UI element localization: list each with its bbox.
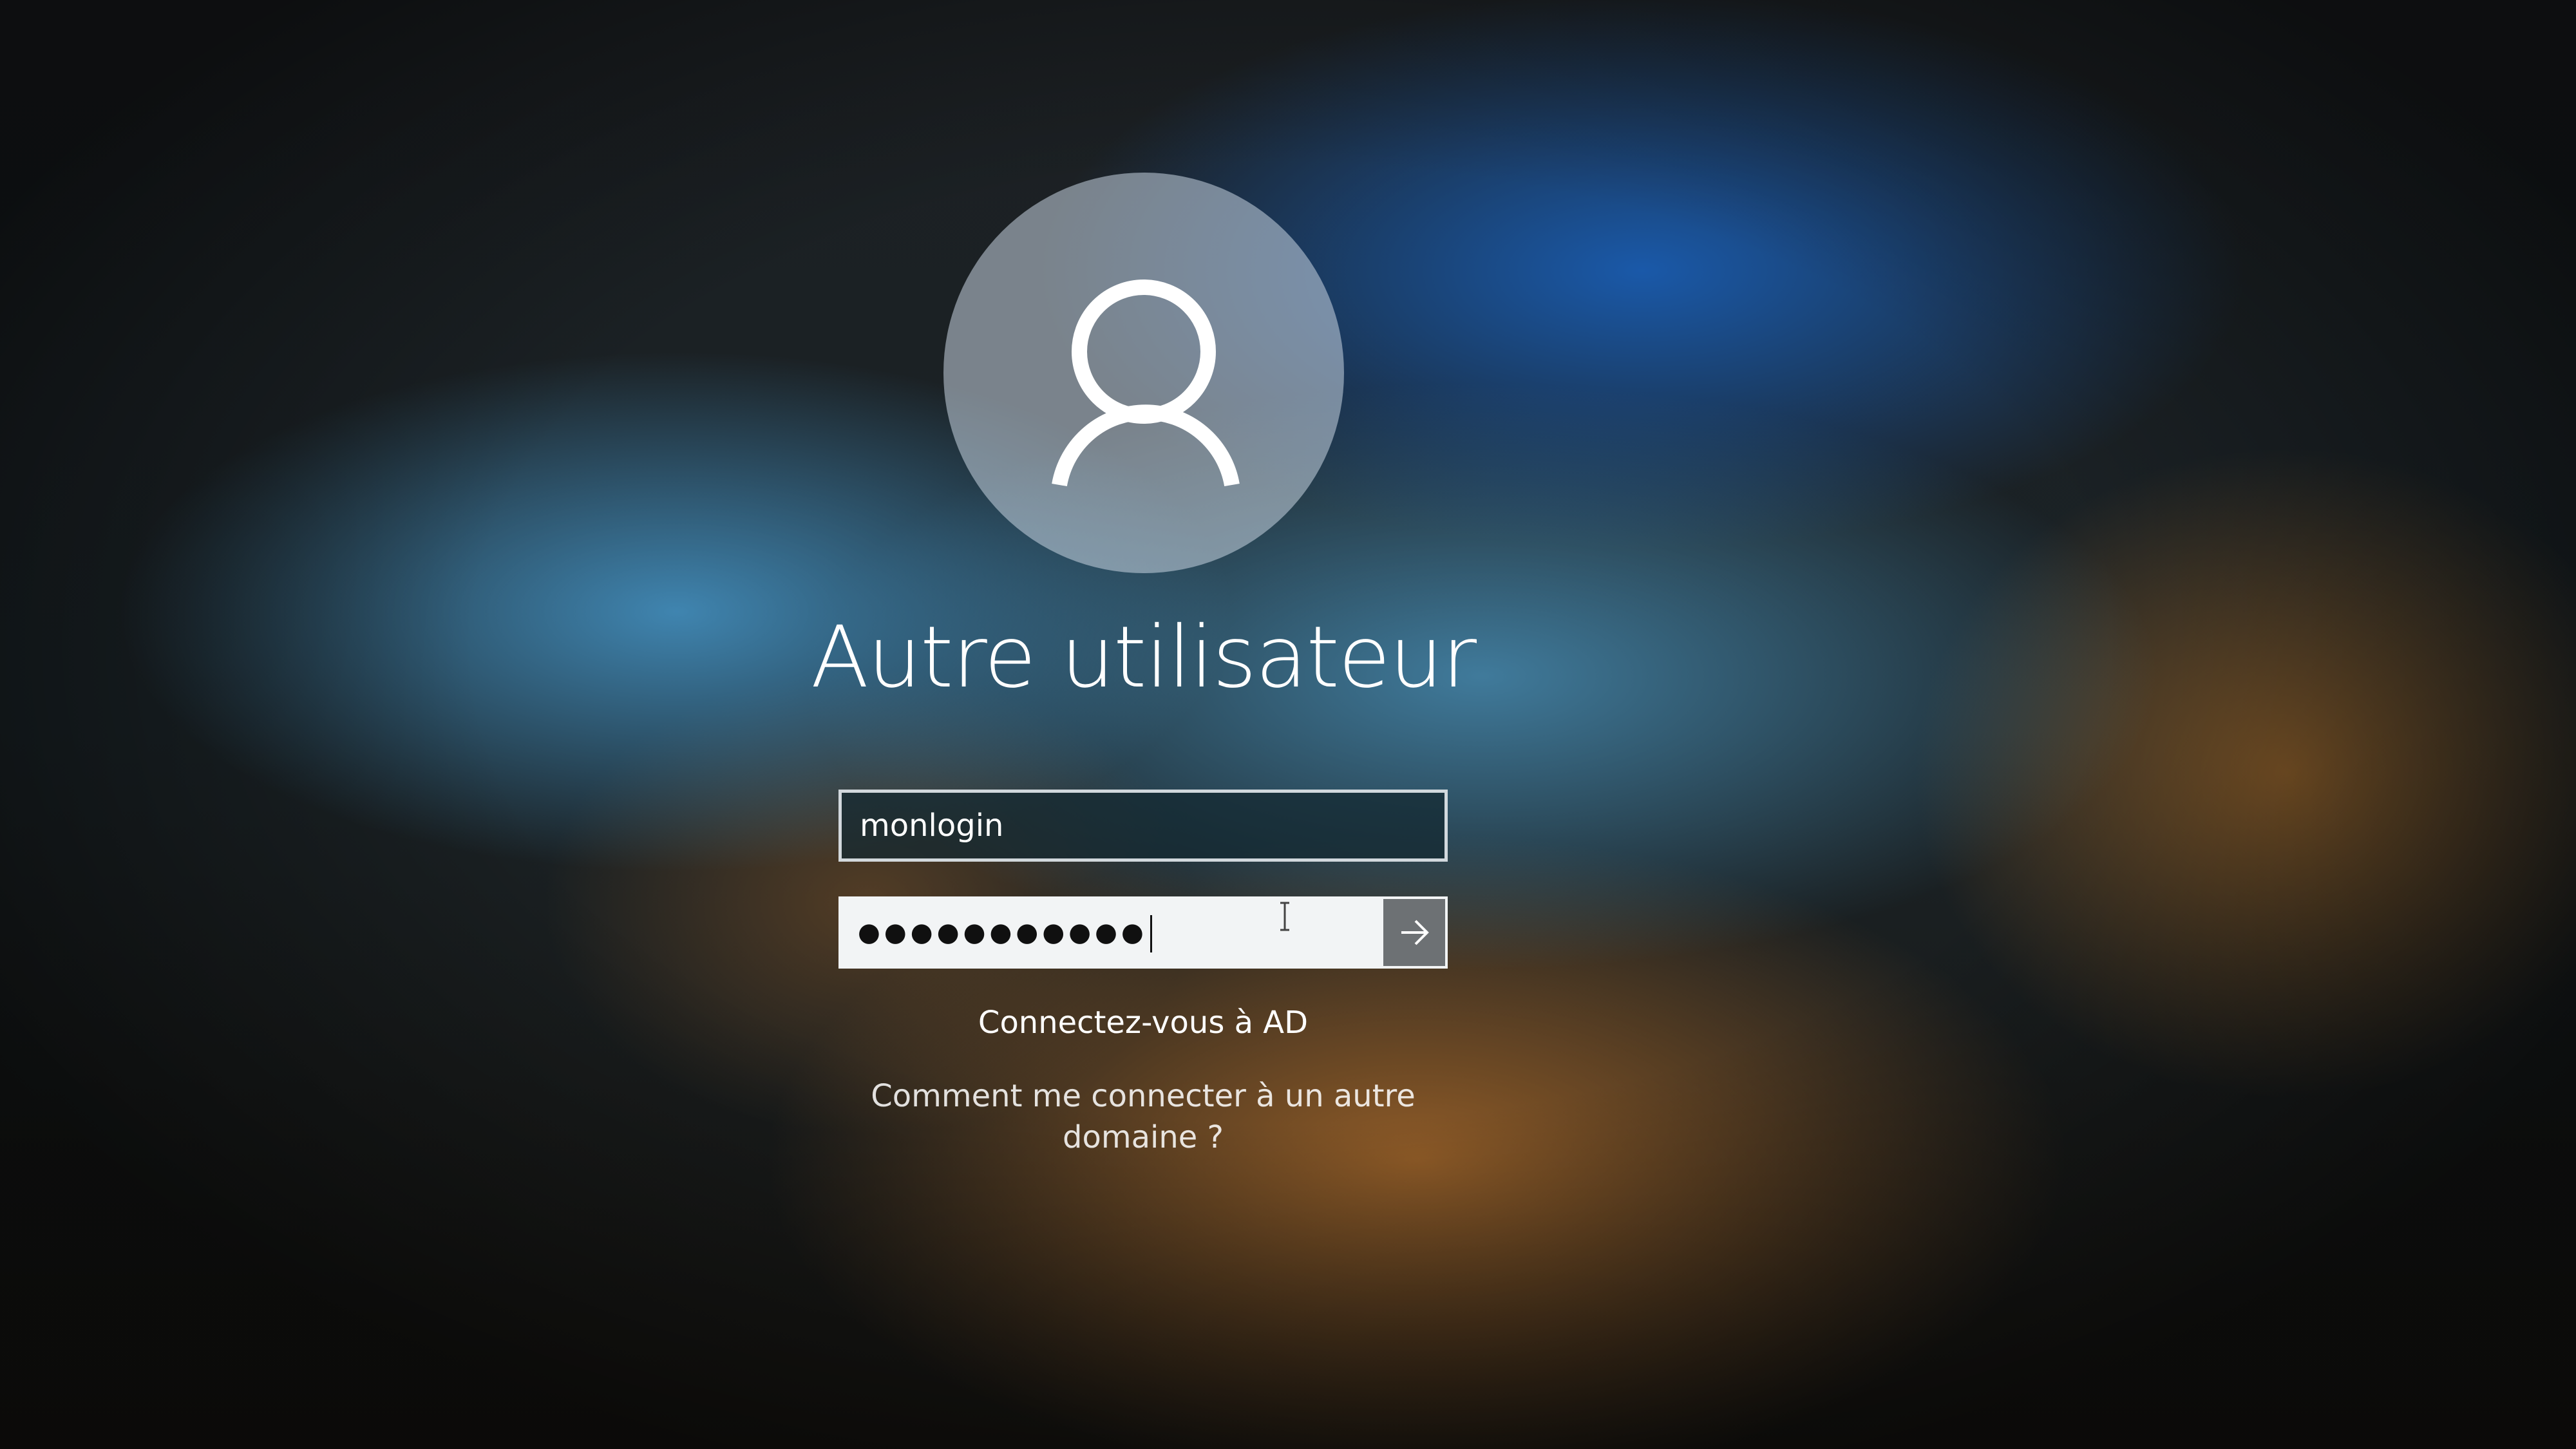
- other-domain-link[interactable]: Comment me connecter à un autre domaine …: [708, 1075, 1578, 1158]
- other-domain-line2: domaine ?: [1062, 1119, 1224, 1155]
- sign-in-panel: Autre utilisateur monlogin ●●●●●●●●●●● C…: [0, 0, 2576, 1449]
- user-name-title: Autre utilisateur: [810, 608, 1477, 707]
- password-dots: ●●●●●●●●●●●: [858, 918, 1148, 947]
- username-field[interactable]: monlogin: [838, 790, 1448, 862]
- user-icon: [1052, 279, 1240, 487]
- other-domain-line1: Comment me connecter à un autre: [871, 1078, 1416, 1114]
- username-value: monlogin: [860, 808, 1004, 844]
- text-caret: [1150, 915, 1152, 952]
- submit-button[interactable]: [1381, 899, 1445, 966]
- user-avatar: [943, 173, 1344, 573]
- sign-in-to-domain-text: Connectez-vous à AD: [978, 1005, 1309, 1041]
- password-field[interactable]: ●●●●●●●●●●●: [838, 896, 1448, 969]
- arrow-right-icon: [1401, 920, 1429, 945]
- mouse-cursor-ibeam-icon: [1280, 902, 1289, 931]
- password-value: ●●●●●●●●●●●: [858, 899, 1152, 966]
